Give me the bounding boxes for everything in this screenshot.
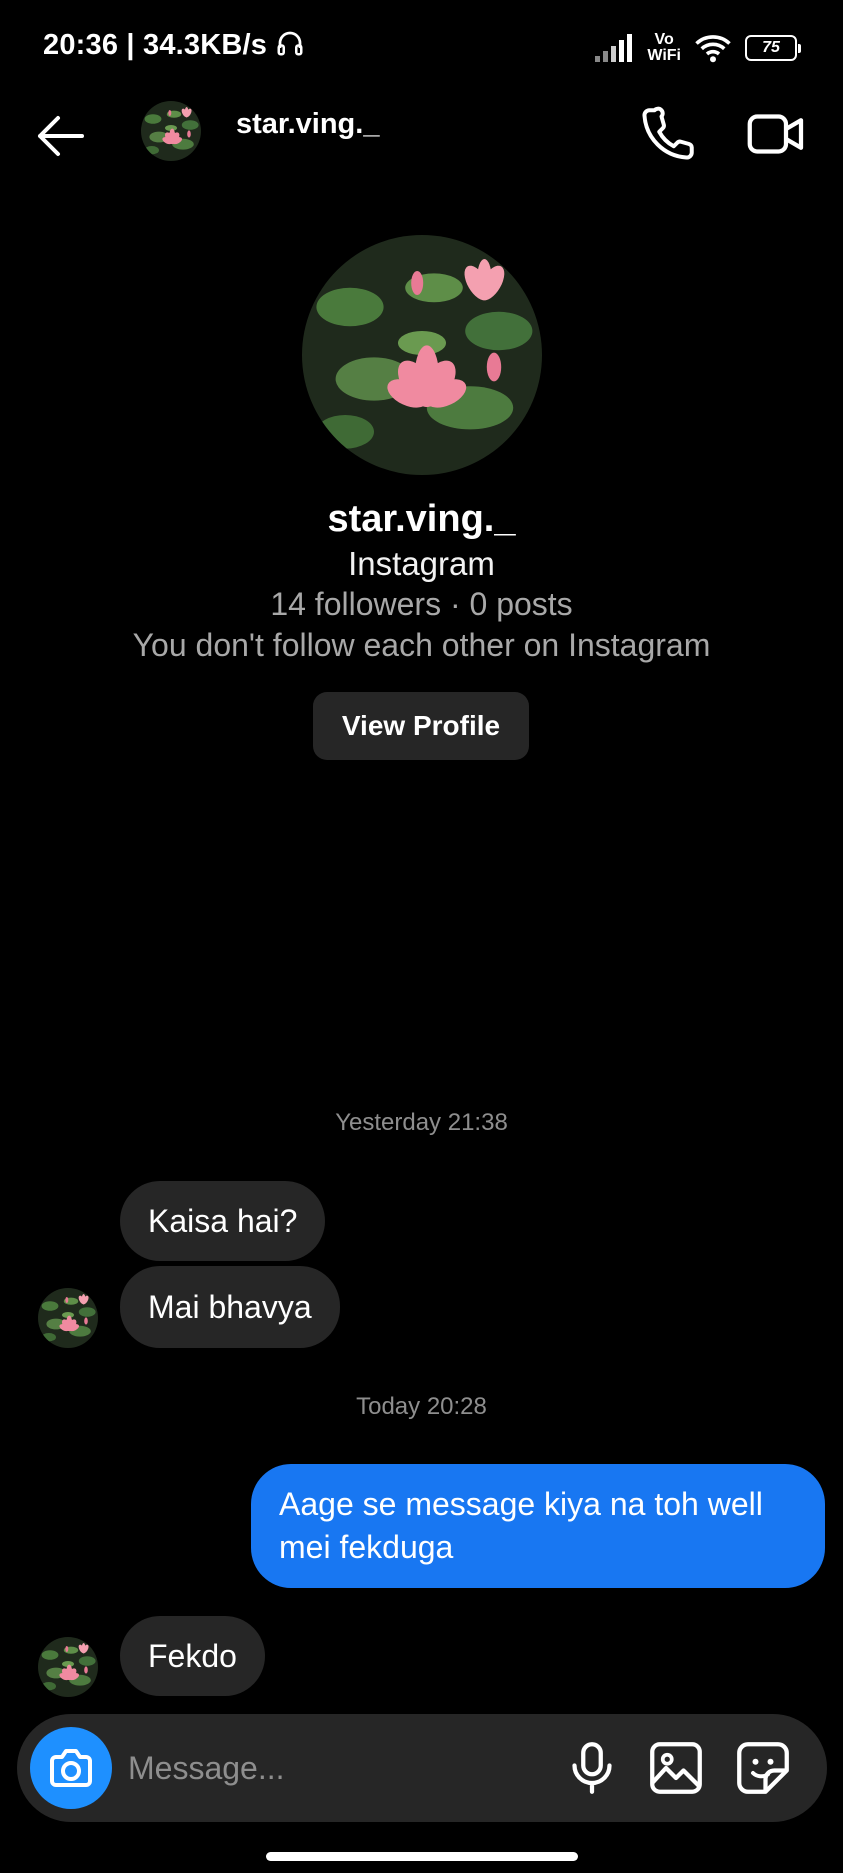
timestamp: Today 20:28 — [356, 1393, 487, 1420]
profile-app: Instagram — [348, 545, 495, 582]
headphones-icon — [277, 31, 303, 56]
audio-call-button[interactable] — [638, 104, 698, 164]
profile-name: star.ving._ — [327, 498, 516, 540]
back-arrow-icon — [38, 116, 84, 156]
header-avatar[interactable] — [141, 101, 201, 161]
timestamp: Yesterday 21:38 — [335, 1109, 508, 1136]
signal-icon — [595, 34, 633, 62]
video-camera-icon — [747, 114, 804, 154]
sender-avatar[interactable] — [38, 1288, 98, 1348]
incoming-message[interactable]: Kaisa hai? — [120, 1181, 326, 1261]
vowifi-icon: Vo WiFi — [647, 31, 681, 64]
phone-icon — [642, 106, 694, 160]
outgoing-message[interactable]: Aage se message kiya na toh well mei fek… — [251, 1464, 825, 1588]
message-input[interactable] — [128, 1740, 548, 1796]
incoming-message[interactable]: Mai bhavya — [120, 1266, 340, 1348]
video-call-button[interactable] — [746, 104, 806, 164]
gallery-icon — [650, 1742, 702, 1794]
gallery-button[interactable] — [646, 1738, 706, 1798]
status-time: 20:36 | 34.3KB/s — [43, 28, 305, 62]
incoming-message[interactable]: Fekdo — [120, 1616, 265, 1696]
profile-stats: 14 followers · 0 posts — [270, 586, 573, 622]
camera-icon — [50, 1749, 92, 1787]
sender-avatar[interactable] — [38, 1637, 98, 1697]
battery-level: 75 — [745, 35, 797, 61]
battery-icon: 75 — [745, 35, 801, 61]
follow-status: You don't follow each other on Instagram — [132, 627, 711, 663]
status-icons: Vo WiFi 75 — [595, 28, 801, 68]
sticker-icon — [737, 1742, 789, 1794]
home-indicator[interactable] — [266, 1852, 578, 1861]
voice-message-button[interactable] — [562, 1738, 622, 1798]
header-username[interactable]: star.ving._ — [236, 108, 379, 141]
profile-avatar[interactable] — [302, 235, 542, 475]
back-button[interactable] — [32, 108, 88, 164]
camera-button[interactable] — [30, 1727, 112, 1809]
wifi-icon — [695, 35, 731, 63]
view-profile-button[interactable]: View Profile — [313, 692, 529, 760]
sticker-button[interactable] — [733, 1738, 793, 1798]
microphone-icon — [572, 1742, 612, 1794]
